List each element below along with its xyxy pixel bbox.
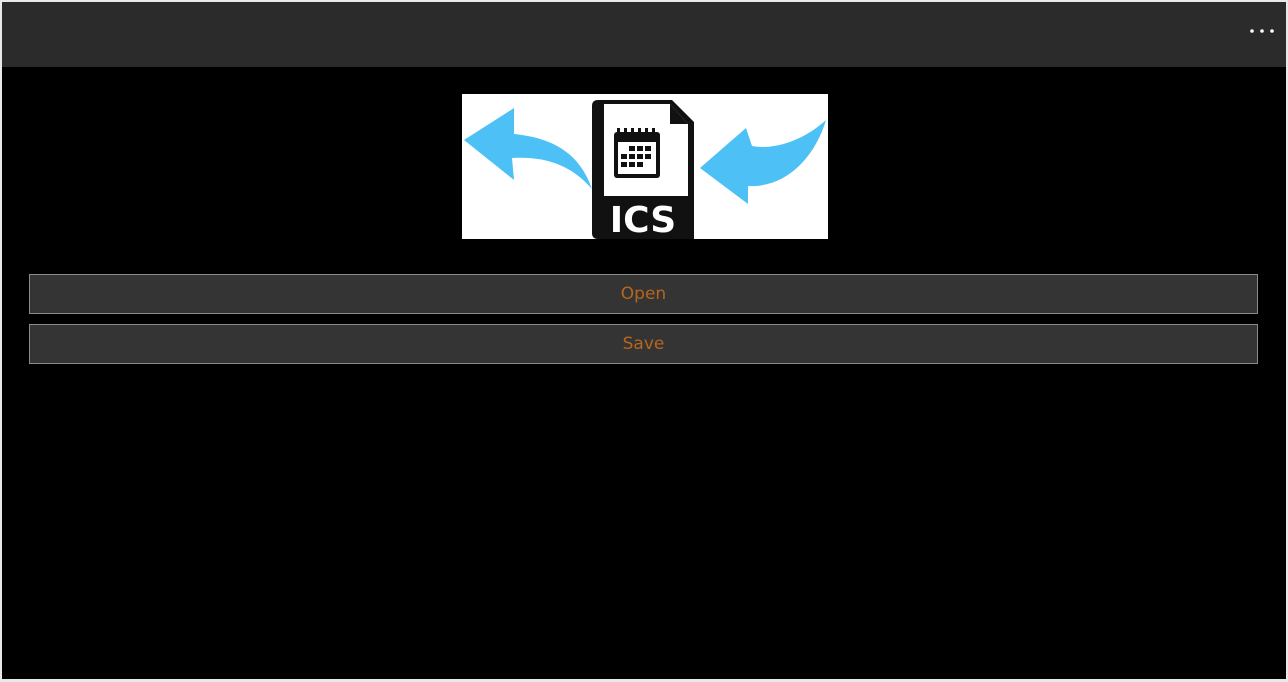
arrow-curved-in-icon <box>700 120 826 204</box>
more-options-button[interactable] <box>1244 16 1280 46</box>
more-horizontal-icon <box>1250 29 1274 33</box>
app-window: ICS Open Save <box>2 2 1286 679</box>
app-bar <box>2 2 1286 67</box>
save-button[interactable]: Save <box>29 324 1258 364</box>
app-logo: ICS <box>462 94 828 239</box>
logo-text: ICS <box>610 200 676 239</box>
arrow-curved-left-icon <box>464 108 592 189</box>
calendar-file-icon: ICS <box>592 100 694 239</box>
open-button[interactable]: Open <box>29 274 1258 314</box>
